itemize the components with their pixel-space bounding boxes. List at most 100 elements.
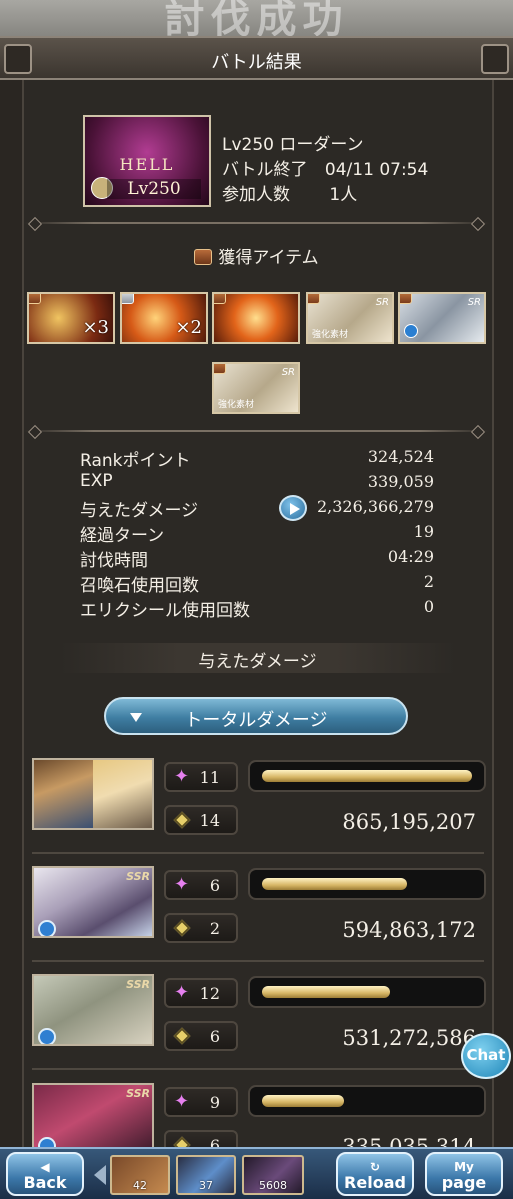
damage-value: 865,195,207 [342,810,476,834]
item-slot[interactable]: SR 強化素材 [306,292,394,344]
title-cap-right [481,44,509,74]
ability-count: 11 [199,768,220,787]
character-portrait: SSR [32,1083,154,1155]
shortcut-slot[interactable]: 42 [110,1155,170,1195]
attack-count-pill: 6 [164,1021,238,1051]
water-element-icon [404,324,418,338]
reload-label: Reload [344,1173,406,1192]
stat-label: エリクシール使用回数 [80,601,250,621]
rarity-label: SR [375,297,389,308]
portrait-right [93,760,152,828]
item-slot[interactable]: SR 強化素材 [212,362,300,414]
stat-value: 324,524 [367,447,434,466]
damage-heading: 与えたダメージ [60,643,455,673]
damage-bar-fill [262,986,391,998]
sparkle-icon: ✦ [174,766,190,787]
party-member-row[interactable]: SSR ✦ 6 2 594,863,172 [30,866,490,972]
quest-difficulty: HELL [119,155,175,174]
rarity-label: SSR [126,870,150,883]
crossed-swords-icon [173,919,191,937]
stat-value: 19 [413,522,434,541]
slot-scroll-left-icon[interactable] [94,1165,106,1185]
participants-label: 参加人数 [222,185,290,205]
attack-count: 14 [199,811,220,830]
damage-bar [248,976,486,1008]
damage-bar-fill [262,1095,344,1107]
title-bar: バトル結果 [0,36,513,80]
quest-thumb-level: Lv250 [107,179,201,199]
stat-row: エリクシール使用回数 0 [80,594,434,621]
silver-chest-icon [122,294,134,304]
items-heading-text: 獲得アイテム [218,248,319,268]
total-damage-dropdown[interactable]: トータルダメージ [104,697,408,735]
stat-value: 0 [423,597,434,616]
dropdown-arrow-icon [130,713,142,722]
ability-count-pill: ✦ 11 [164,762,238,792]
item-slot[interactable] [212,292,300,344]
stat-value: 2 [423,572,434,591]
crossed-swords-icon [173,1027,191,1045]
quest-end-label: バトル終了 [222,160,308,180]
battle-stats: Rankポイント 324,524 EXP 339,059 与えたダメージ 2,3… [80,444,434,621]
stat-value: 04:29 [387,547,434,566]
stat-row: Rankポイント 324,524 [80,444,434,471]
chest-icon [308,294,320,304]
stat-row: EXP 339,059 [80,469,434,494]
portrait-left [34,760,93,828]
crossed-swords-icon [173,811,191,829]
ability-count-pill: ✦ 12 [164,978,238,1008]
chest-icon [29,294,41,304]
stat-label: Rankポイント [80,451,191,471]
quest-name: Lv250 ローダーン [222,135,364,155]
mypage-button[interactable]: My page [425,1152,503,1196]
back-label: Back [23,1173,67,1192]
quest-participants-row: 参加人数 1人 [222,180,357,205]
damage-bar-fill [262,770,472,782]
chest-icon [214,294,226,304]
row-separator [32,852,484,854]
reload-button[interactable]: ↻ Reload [336,1152,414,1196]
treasure-chest-icon [194,249,213,265]
stat-row: 経過ターン 19 [80,519,434,546]
damage-detail-play-button[interactable] [279,495,307,521]
item-tag: 強化素材 [218,400,255,410]
character-portrait [32,758,154,830]
stat-value: 2,326,366,279 [316,497,434,516]
quest-end-time: 04/11 07:54 [324,160,429,180]
shortcut-slot[interactable]: 37 [176,1155,236,1195]
slot-count: 37 [199,1179,213,1192]
slot-count: 5608 [259,1179,287,1192]
chat-button[interactable]: Chat [461,1033,511,1079]
chest-icon [400,294,412,304]
item-tag: 強化素材 [312,330,349,340]
stat-label: 与えたダメージ [80,501,199,521]
back-button[interactable]: ◀ Back [6,1152,84,1196]
stat-row: 召喚石使用回数 2 [80,569,434,596]
slot-count: 42 [133,1179,147,1192]
sparkle-icon: ✦ [174,874,190,895]
row-separator [32,960,484,962]
party-member-row[interactable]: ✦ 11 14 865,195,207 [30,758,490,864]
shortcut-slot[interactable]: 5608 [242,1155,304,1195]
damage-bar [248,868,486,900]
damage-bar [248,1085,486,1117]
attack-count-pill: 2 [164,913,238,943]
item-slot[interactable]: ×2 [120,292,208,344]
ability-count-pill: ✦ 9 [164,1087,238,1117]
bottom-nav: ◀ Back 42 37 5608 ↻ Reload My page [0,1147,513,1199]
item-slot[interactable]: SR [398,292,486,344]
ability-count-pill: ✦ 6 [164,870,238,900]
item-count: ×2 [175,317,202,338]
total-damage-label: トータルダメージ [184,710,328,731]
party-member-row[interactable]: SSR ✦ 12 6 531,272,586 [30,974,490,1080]
page-title: バトル結果 [211,52,302,73]
ability-count: 9 [209,1093,220,1112]
rarity-label: SSR [126,1087,150,1100]
ability-count: 12 [199,984,220,1003]
divider [24,222,489,224]
attack-count: 2 [209,919,220,938]
item-slot[interactable]: ×3 [27,292,115,344]
stat-label: 経過ターン [80,526,165,546]
chest-icon [214,364,226,374]
sparkle-icon: ✦ [174,1091,190,1112]
